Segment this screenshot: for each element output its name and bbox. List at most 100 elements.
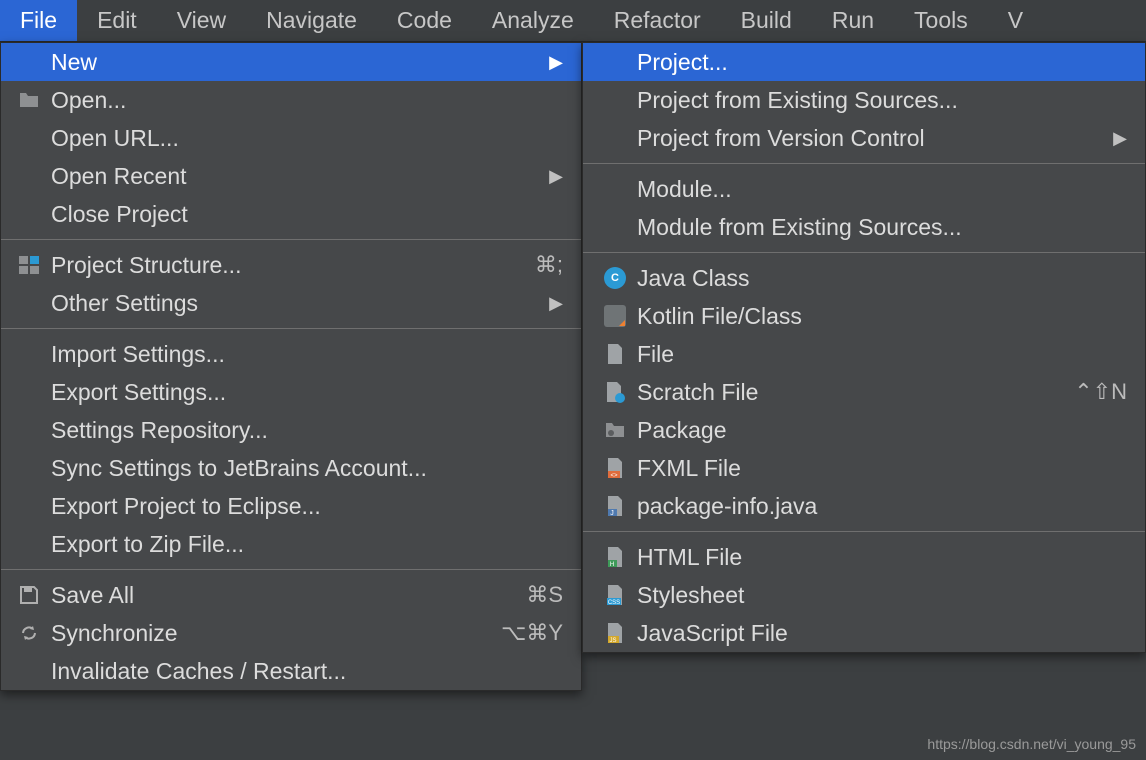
file-synchronize[interactable]: Synchronize ⌥⌘Y <box>1 614 581 652</box>
file-close-project-label: Close Project <box>51 201 563 228</box>
file-export-settings-label: Export Settings... <box>51 379 563 406</box>
file-project-structure[interactable]: Project Structure... ⌘; <box>1 246 581 284</box>
file-icon <box>603 342 627 366</box>
file-other-settings[interactable]: Other Settings ▶ <box>1 284 581 322</box>
css-icon: CSS <box>603 583 627 607</box>
new-pkginfo[interactable]: J package-info.java <box>583 487 1145 525</box>
menu-code[interactable]: Code <box>377 0 472 41</box>
svg-text:CSS: CSS <box>608 600 620 606</box>
file-export-zip[interactable]: Export to Zip File... <box>1 525 581 563</box>
file-synchronize-label: Synchronize <box>51 620 489 647</box>
new-pkginfo-label: package-info.java <box>637 493 1127 520</box>
new-fxml[interactable]: <> FXML File <box>583 449 1145 487</box>
fxml-icon: <> <box>603 456 627 480</box>
new-module[interactable]: Module... <box>583 170 1145 208</box>
file-project-structure-label: Project Structure... <box>51 252 523 279</box>
new-html-label: HTML File <box>637 544 1127 571</box>
new-kotlin-label: Kotlin File/Class <box>637 303 1127 330</box>
menu-navigate[interactable]: Navigate <box>246 0 377 41</box>
new-project[interactable]: Project... <box>583 43 1145 81</box>
new-java-class-label: Java Class <box>637 265 1127 292</box>
menu-file[interactable]: File <box>0 0 77 41</box>
new-module-existing[interactable]: Module from Existing Sources... <box>583 208 1145 246</box>
java-file-icon: J <box>603 494 627 518</box>
file-open-recent-label: Open Recent <box>51 163 537 190</box>
kotlin-icon <box>603 304 627 328</box>
shortcut-label: ⌘S <box>526 582 563 608</box>
menu-edit[interactable]: Edit <box>77 0 157 41</box>
svg-text:<>: <> <box>610 473 618 479</box>
file-import-settings[interactable]: Import Settings... <box>1 335 581 373</box>
file-new[interactable]: New ▶ <box>1 43 581 81</box>
separator <box>1 569 581 570</box>
new-package-label: Package <box>637 417 1127 444</box>
java-class-icon: C <box>603 266 627 290</box>
new-stylesheet-label: Stylesheet <box>637 582 1127 609</box>
scratch-icon <box>603 380 627 404</box>
new-stylesheet[interactable]: CSS Stylesheet <box>583 576 1145 614</box>
svg-text:JS: JS <box>609 638 616 644</box>
new-html[interactable]: H HTML File <box>583 538 1145 576</box>
new-project-vcs[interactable]: Project from Version Control ▶ <box>583 119 1145 157</box>
submenu-arrow-icon: ▶ <box>549 293 563 314</box>
file-open-recent[interactable]: Open Recent ▶ <box>1 157 581 195</box>
file-dropdown: New ▶ Open... Open URL... Open Recent ▶ … <box>0 42 582 691</box>
structure-icon <box>17 253 41 277</box>
menu-refactor[interactable]: Refactor <box>594 0 721 41</box>
submenu-arrow-icon: ▶ <box>549 166 563 187</box>
file-save-all-label: Save All <box>51 582 514 609</box>
file-new-label: New <box>51 49 537 76</box>
new-package[interactable]: Package <box>583 411 1145 449</box>
file-settings-repo-label: Settings Repository... <box>51 417 563 444</box>
shortcut-label: ⌥⌘Y <box>501 620 563 646</box>
file-open-url[interactable]: Open URL... <box>1 119 581 157</box>
new-scratch[interactable]: Scratch File ⌃⇧N <box>583 373 1145 411</box>
file-settings-repo[interactable]: Settings Repository... <box>1 411 581 449</box>
submenu-arrow-icon: ▶ <box>1113 128 1127 149</box>
menu-analyze[interactable]: Analyze <box>472 0 594 41</box>
new-module-existing-label: Module from Existing Sources... <box>637 214 1127 241</box>
separator <box>1 328 581 329</box>
file-open[interactable]: Open... <box>1 81 581 119</box>
menu-run[interactable]: Run <box>812 0 894 41</box>
separator <box>583 531 1145 532</box>
new-js-label: JavaScript File <box>637 620 1127 647</box>
separator <box>583 163 1145 164</box>
js-icon: JS <box>603 621 627 645</box>
new-js[interactable]: JS JavaScript File <box>583 614 1145 652</box>
file-import-settings-label: Import Settings... <box>51 341 563 368</box>
new-fxml-label: FXML File <box>637 455 1127 482</box>
file-export-zip-label: Export to Zip File... <box>51 531 563 558</box>
file-invalidate[interactable]: Invalidate Caches / Restart... <box>1 652 581 690</box>
separator <box>1 239 581 240</box>
menu-build[interactable]: Build <box>721 0 812 41</box>
svg-text:H: H <box>610 562 614 568</box>
new-dropdown: Project... Project from Existing Sources… <box>582 42 1146 653</box>
file-export-settings[interactable]: Export Settings... <box>1 373 581 411</box>
package-icon <box>603 418 627 442</box>
new-project-label: Project... <box>637 49 1127 76</box>
file-sync-jetbrains[interactable]: Sync Settings to JetBrains Account... <box>1 449 581 487</box>
save-icon <box>17 583 41 607</box>
file-other-settings-label: Other Settings <box>51 290 537 317</box>
shortcut-label: ⌘; <box>535 252 563 278</box>
new-project-vcs-label: Project from Version Control <box>637 125 1101 152</box>
file-invalidate-label: Invalidate Caches / Restart... <box>51 658 563 685</box>
new-kotlin[interactable]: Kotlin File/Class <box>583 297 1145 335</box>
new-project-existing-label: Project from Existing Sources... <box>637 87 1127 114</box>
new-java-class[interactable]: C Java Class <box>583 259 1145 297</box>
file-export-eclipse[interactable]: Export Project to Eclipse... <box>1 487 581 525</box>
file-save-all[interactable]: Save All ⌘S <box>1 576 581 614</box>
menu-tools[interactable]: Tools <box>894 0 988 41</box>
new-project-existing[interactable]: Project from Existing Sources... <box>583 81 1145 119</box>
file-export-eclipse-label: Export Project to Eclipse... <box>51 493 563 520</box>
svg-text:J: J <box>610 510 614 517</box>
separator <box>583 252 1145 253</box>
menu-truncated[interactable]: V <box>988 0 1043 41</box>
file-close-project[interactable]: Close Project <box>1 195 581 233</box>
file-open-url-label: Open URL... <box>51 125 563 152</box>
shortcut-label: ⌃⇧N <box>1074 379 1127 405</box>
menu-view[interactable]: View <box>157 0 246 41</box>
new-file[interactable]: File <box>583 335 1145 373</box>
sync-icon <box>17 621 41 645</box>
